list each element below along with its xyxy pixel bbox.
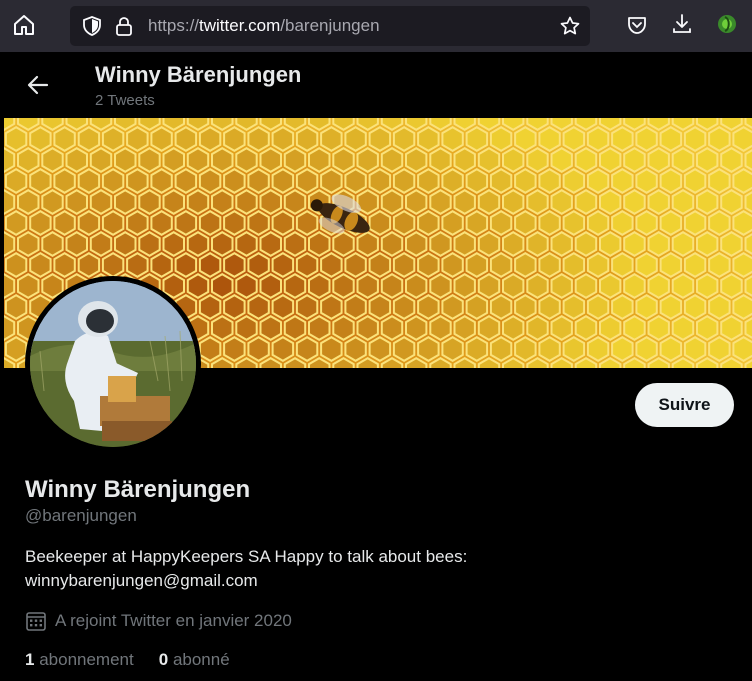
join-date: A rejoint Twitter en janvier 2020 [25,610,292,632]
bio-email: winnybarenjungen@gmail.com [25,571,258,590]
profile-header-bar: Winny Bärenjungen 2 Tweets [0,52,752,118]
profile-avatar[interactable] [25,276,201,452]
follow-button[interactable]: Suivre [635,383,734,427]
followers-label: abonné [172,650,230,669]
following-link[interactable]: 1 abonnement [25,650,134,670]
join-date-text: A rejoint Twitter en janvier 2020 [55,611,292,630]
profile-bio: Beekeeper at HappyKeepers SA Happy to ta… [25,545,725,593]
follow-stats: 1 abonnement 0 abonné [25,650,255,670]
shield-icon[interactable] [82,16,102,36]
following-label: abonnement [39,650,134,669]
bio-line: Beekeeper at HappyKeepers SA Happy to ta… [25,547,468,566]
pocket-icon[interactable] [626,14,648,36]
url-text[interactable]: https://twitter.com/barenjungen [148,16,380,36]
avatar-photo [30,281,196,447]
header-tweet-count: 2 Tweets [95,92,155,109]
profile-name: Winny Bärenjungen [25,476,251,503]
home-icon[interactable] [12,13,36,37]
calendar-icon [26,612,46,631]
browser-toolbar: https://twitter.com/barenjungen [0,0,752,52]
url-prefix: https:// [148,16,200,35]
header-profile-name: Winny Bärenjungen [95,62,302,87]
url-path: /barenjungen [280,16,380,35]
download-icon[interactable] [671,13,693,35]
bookmark-star-icon[interactable] [560,16,580,36]
back-arrow-icon[interactable] [25,72,51,98]
lock-icon[interactable] [114,16,134,36]
followers-link[interactable]: 0 abonné [159,650,230,670]
extension-icon[interactable] [716,13,738,35]
beekeeper-illustration [30,281,196,447]
followers-count: 0 [158,650,169,669]
url-host: twitter.com [199,16,281,35]
profile-handle: @barenjungen [25,506,137,525]
following-count: 1 [25,650,35,669]
url-bar[interactable]: https://twitter.com/barenjungen [70,6,590,46]
